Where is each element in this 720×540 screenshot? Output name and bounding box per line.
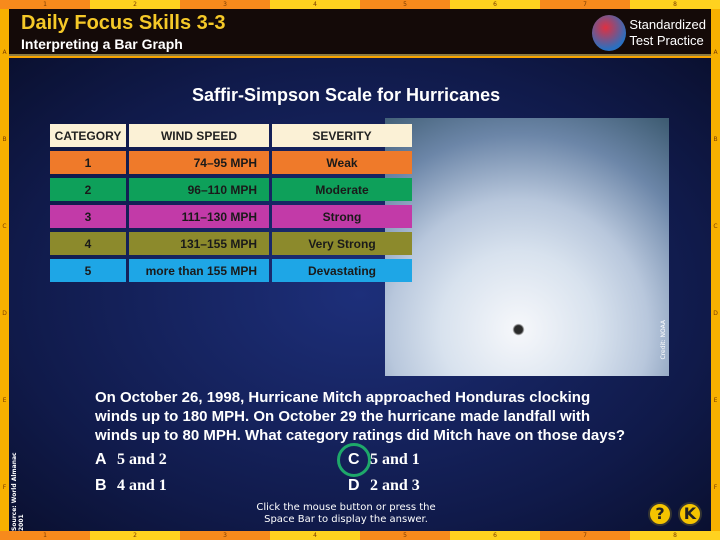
ruler-label: C: [713, 223, 718, 230]
option-d[interactable]: D 2 and 3: [348, 477, 420, 495]
option-letter: B: [95, 477, 107, 494]
ruler-label: A: [2, 49, 7, 56]
back-button[interactable]: K: [678, 502, 702, 526]
ruler-label: 7: [540, 0, 630, 9]
wind-speed-cell: 111–130 MPH: [129, 205, 269, 228]
ruler-label: 8: [630, 531, 720, 540]
ruler-label: 5: [360, 0, 450, 9]
standardized-test-badge: Standardized Test Practice: [629, 17, 706, 49]
badge-line: Test Practice: [629, 33, 704, 48]
category-cell: 1: [50, 151, 126, 174]
saffir-simpson-table: CATEGORY WIND SPEED SEVERITY 1 74–95 MPH W…: [47, 120, 415, 286]
header: Daily Focus Skills 3-3 Interpreting a Ba…: [9, 9, 711, 56]
ruler-label: 2: [90, 531, 180, 540]
category-cell: 5: [50, 259, 126, 282]
wind-speed-cell: more than 155 MPH: [129, 259, 269, 282]
header-cell: CATEGORY: [50, 124, 126, 147]
option-a[interactable]: A 5 and 2: [95, 451, 167, 469]
ruler-label: D: [2, 310, 7, 317]
option-b[interactable]: B 4 and 1: [95, 477, 167, 495]
ruler-label: 1: [0, 0, 90, 9]
option-text: 5 and 2: [117, 451, 167, 468]
ruler-label: 5: [360, 531, 450, 540]
ruler-label: F: [713, 484, 718, 491]
category-cell: 3: [50, 205, 126, 228]
ruler-label: 6: [450, 0, 540, 9]
slide-subtitle: Interpreting a Bar Graph: [21, 36, 183, 52]
ruler-label: 3: [180, 531, 270, 540]
globe-icon: [592, 15, 626, 51]
option-text: 4 and 1: [117, 477, 167, 494]
option-letter: C: [348, 451, 360, 468]
table-row: 1 74–95 MPH Weak: [50, 151, 412, 174]
option-letter: D: [348, 477, 360, 494]
option-text: 5 and 1: [370, 451, 420, 468]
wind-speed-cell: 131–155 MPH: [129, 232, 269, 255]
header-cell: SEVERITY: [272, 124, 412, 147]
severity-cell: Devastating: [272, 259, 412, 282]
ruler-label: C: [2, 223, 7, 230]
ruler-label: 4: [270, 531, 360, 540]
severity-cell: Very Strong: [272, 232, 412, 255]
ruler-label: 2: [90, 0, 180, 9]
option-letter: A: [95, 451, 107, 468]
ruler-label: 6: [450, 531, 540, 540]
ruler-label: 4: [270, 0, 360, 9]
instruction-hint: Click the mouse button or press the Spac…: [256, 502, 436, 525]
ruler-label: D: [713, 310, 718, 317]
slide-title: Daily Focus Skills 3-3: [21, 12, 226, 34]
category-cell: 2: [50, 178, 126, 201]
help-button[interactable]: ?: [648, 502, 672, 526]
table-row: 4 131–155 MPH Very Strong: [50, 232, 412, 255]
option-c[interactable]: C 5 and 1: [348, 451, 420, 469]
table-header-row: CATEGORY WIND SPEED SEVERITY: [50, 124, 412, 147]
ruler-label: E: [2, 397, 7, 404]
hurricane-satellite-image: [385, 118, 669, 376]
header-cell: WIND SPEED: [129, 124, 269, 147]
ruler-label: 1: [0, 531, 90, 540]
category-cell: 4: [50, 232, 126, 255]
wind-speed-cell: 74–95 MPH: [129, 151, 269, 174]
slide-content: Source: World Almanac 2001 Saffir-Simpso…: [9, 58, 711, 531]
question-text: On October 26, 1998, Hurricane Mitch app…: [95, 389, 626, 444]
badge-line: Standardized: [629, 17, 706, 32]
ruler-left: A B C D E F: [0, 9, 9, 531]
severity-cell: Strong: [272, 205, 412, 228]
ruler-label: A: [713, 49, 718, 56]
ruler-label: E: [713, 397, 718, 404]
ruler-label: 8: [630, 0, 720, 9]
source-note: Source: World Almanac 2001: [11, 452, 25, 531]
ruler-label: 7: [540, 531, 630, 540]
table-row: 3 111–130 MPH Strong: [50, 205, 412, 228]
table-row: 5 more than 155 MPH Devastating: [50, 259, 412, 282]
ruler-label: B: [2, 136, 7, 143]
table-title: Saffir-Simpson Scale for Hurricanes: [192, 85, 501, 105]
ruler-top: 12345678: [0, 0, 720, 9]
severity-cell: Moderate: [272, 178, 412, 201]
severity-cell: Weak: [272, 151, 412, 174]
option-text: 2 and 3: [370, 477, 420, 494]
table-row: 2 96–110 MPH Moderate: [50, 178, 412, 201]
ruler-right: A B C D E F: [711, 9, 720, 531]
ruler-label: F: [2, 484, 7, 491]
ruler-bottom: 12345678: [0, 531, 720, 540]
image-credit: Credit: NOAA: [660, 320, 667, 360]
ruler-label: B: [713, 136, 718, 143]
wind-speed-cell: 96–110 MPH: [129, 178, 269, 201]
ruler-label: 3: [180, 0, 270, 9]
